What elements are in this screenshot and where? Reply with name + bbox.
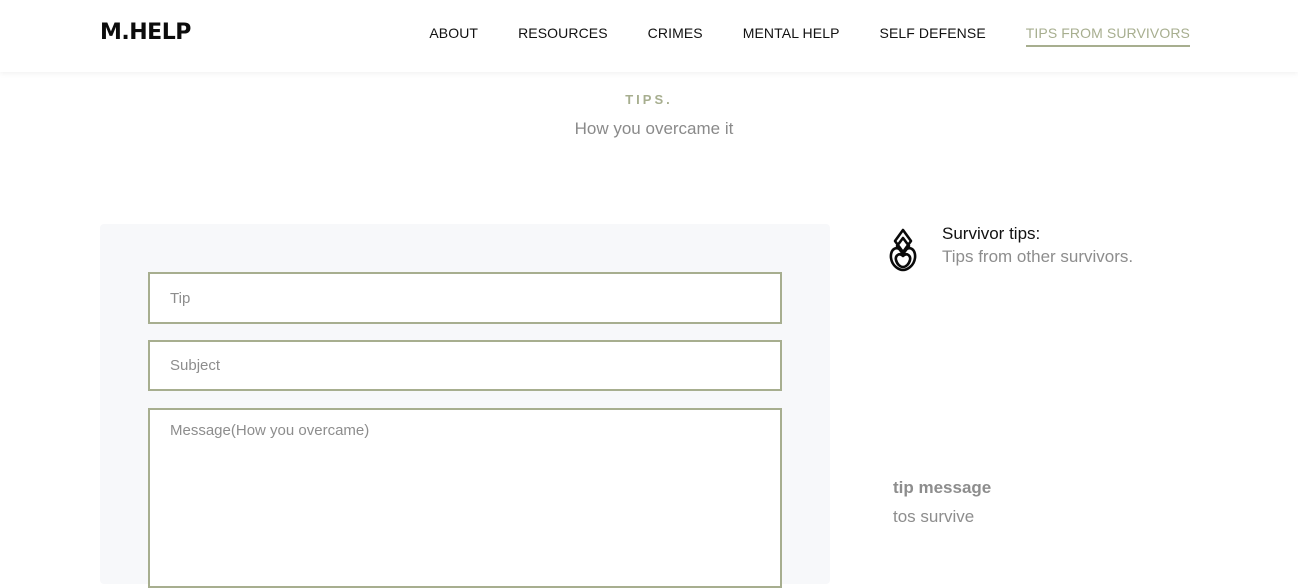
message-textarea[interactable] [148, 408, 782, 588]
nav-link-self-defense[interactable]: SELF DEFENSE [880, 25, 986, 45]
tip-entry: tip message tos survive [893, 478, 991, 527]
nav-item-mental-help: MENTAL HELP [743, 25, 840, 47]
survivor-tips-title: Survivor tips: [942, 224, 1041, 243]
nav-link-crimes[interactable]: CRIMES [648, 25, 703, 45]
subject-input[interactable] [148, 340, 782, 391]
site-logo[interactable]: M.HELP [100, 20, 191, 45]
nav-link-about[interactable]: ABOUT [429, 25, 478, 45]
lotus-icon [886, 226, 920, 274]
survivor-tips-card: Survivor tips: Tips from other survivors… [886, 224, 1206, 276]
tip-entry-heading: tip message [893, 478, 992, 497]
main-nav: ABOUT RESOURCES CRIMES MENTAL HELP SELF … [429, 25, 1190, 47]
nav-link-mental-help[interactable]: MENTAL HELP [743, 25, 840, 45]
nav-item-crimes: CRIMES [648, 25, 703, 47]
nav-item-resources: RESOURCES [518, 25, 608, 47]
nav-item-self-defense: SELF DEFENSE [880, 25, 986, 47]
tip-entry-text: tos survive [893, 507, 975, 526]
nav-link-tips-from-survivors[interactable]: TIPS FROM SURVIVORS [1025, 25, 1190, 47]
nav-item-tips-from-survivors: TIPS FROM SURVIVORS [1025, 25, 1190, 47]
tip-input[interactable] [148, 272, 782, 324]
nav-item-about: ABOUT [429, 25, 478, 47]
section-label: TIPS. [625, 92, 673, 107]
survivor-tips-description: Tips from other survivors. [942, 247, 1134, 266]
site-header: M.HELP ABOUT RESOURCES CRIMES MENTAL HEL… [0, 0, 1298, 72]
tip-form [100, 224, 830, 588]
section-subtitle: How you overcame it [574, 119, 734, 138]
nav-link-resources[interactable]: RESOURCES [518, 25, 608, 45]
